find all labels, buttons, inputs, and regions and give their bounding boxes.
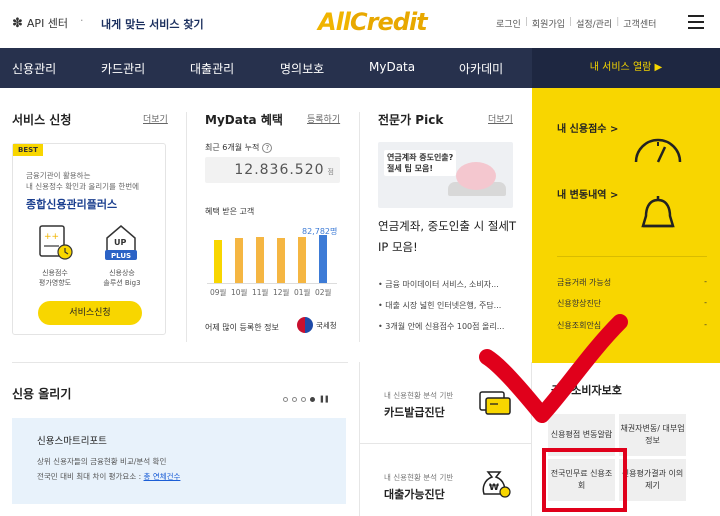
mydata-subtitle: 최근 6개월 누적 ? — [205, 142, 273, 153]
service-description: 금융기관이 활용하는 내 신용정수 확인과 올리기를 한번에 — [26, 171, 140, 191]
signup-link[interactable]: 회원가입 — [532, 17, 565, 30]
expert-headline[interactable]: 연금계좌, 중도인출 시 절세T IP 모음! — [378, 216, 518, 258]
my-service-view-button[interactable]: 내 서비스 열람 ▶ — [532, 48, 720, 88]
my-service-panel: 내 신용점수 > 내 변동내역 > 금융거래 가능성 - 신용향상진단 - 신용조회… — [532, 88, 720, 363]
svg-text:UP: UP — [114, 238, 126, 247]
card-diag-sub: 내 신용현황 분석 기반 — [384, 391, 454, 400]
feature1-caption: 신용점수 평가영향도 — [38, 269, 72, 287]
expert-pick-title: 전문가 Pick — [378, 113, 444, 127]
hamburger-menu-icon[interactable] — [688, 15, 704, 29]
service-name[interactable]: 종합신용관리플러스 — [26, 196, 117, 212]
mydata-title: MyData 혜택 — [205, 113, 283, 127]
top-bar: ✽ API 센터 · 내게 맞는 서비스 찾기 AllCredit 로그인 | 회… — [0, 0, 720, 48]
chart-bar — [235, 238, 243, 283]
login-link[interactable]: 로그인 — [496, 17, 521, 30]
nts-seal-icon — [297, 317, 313, 333]
svg-text:₩: ₩ — [489, 483, 499, 493]
smart-report-card[interactable]: 신용스마트리포트 상위 신용자들의 금융현황 비교/분석 확인 전국민 대비 최… — [12, 418, 346, 504]
expert-more-link[interactable]: 더보기 — [488, 112, 513, 125]
svg-text:++: ++ — [44, 232, 59, 242]
money-bag-icon: ₩ — [478, 466, 512, 504]
my-changes-link[interactable]: 내 변동내역 > — [557, 186, 618, 201]
chart-bar — [256, 237, 264, 283]
pause-icon[interactable]: ❚❚ — [319, 395, 330, 403]
nav-loan-management[interactable]: 대출관리 — [190, 60, 234, 77]
solution-up-icon: UP PLUS — [103, 222, 139, 266]
credit-improve-row[interactable]: 신용향상진단 - — [557, 298, 707, 309]
chart-x-label: 11월 — [252, 288, 269, 297]
service-apply-button[interactable]: 서비스신청 — [38, 301, 142, 325]
my-credit-score-link[interactable]: 내 신용점수 > — [557, 120, 618, 135]
chart-bar — [319, 235, 327, 283]
pager-dot[interactable] — [292, 396, 297, 402]
chart-baseline — [207, 283, 337, 284]
chart-bar — [277, 238, 285, 283]
nav-mydata[interactable]: MyData — [369, 60, 415, 74]
pager-dot[interactable] — [301, 396, 306, 402]
main-nav: 신용관리 카드관리 대출관리 명의보호 MyData 아카데미 내 서비스 열람… — [0, 48, 720, 88]
divider — [359, 112, 360, 342]
smart-report-detail: 전국민 대비 최대 차이 평가요소 : 총 연체건수 — [37, 472, 181, 481]
utility-links: 로그인 | 회원가입 | 설정/관리 | 고객센터 — [496, 17, 657, 30]
chart-bar — [214, 240, 222, 283]
service-more-link[interactable]: 더보기 — [143, 112, 168, 125]
mydata-amount: 12.836.520 점 — [205, 157, 340, 183]
mydata-register-link[interactable]: 등록하기 — [307, 112, 340, 125]
allcredit-logo[interactable]: AllCredit — [318, 8, 428, 36]
help-icon[interactable]: ? — [262, 142, 273, 153]
expert-thumbnail[interactable]: 연금계좌 중도인출? 절세 팁 모음! — [378, 142, 513, 208]
credit-inquiry-row[interactable]: 신용조회안심 - — [557, 320, 707, 331]
loan-diagnosis-link[interactable]: 대출가능진단 — [384, 486, 445, 502]
nav-credit-management[interactable]: 신용관리 — [12, 60, 56, 77]
api-center-link[interactable]: ✽ API 센터 — [12, 15, 68, 31]
chart-x-label: 01월 — [294, 288, 311, 297]
loan-diag-sub: 내 신용현황 분석 기반 — [384, 473, 454, 482]
list-item[interactable]: • 금융 마이데이터 서비스, 소비자... — [378, 274, 504, 295]
expert-article-list: • 금융 마이데이터 서비스, 소비자... • 대출 시장 넓힌 인터넷은행,… — [378, 274, 504, 337]
card-icon — [478, 386, 512, 422]
service-apply-title: 서비스 신청 — [12, 113, 72, 127]
chart-x-label: 10월 — [231, 288, 248, 297]
consumer-protection-title: 금융소비자보호 — [551, 384, 622, 397]
find-service-link[interactable]: 내게 맞는 서비스 찾기 — [101, 16, 204, 32]
smart-report-desc: 상위 신용자들의 금융현황 비교/분석 확인 — [37, 457, 167, 466]
separator-dot: · — [80, 14, 84, 27]
smart-report-title: 신용스마트리포트 — [37, 436, 107, 447]
creditor-change-button[interactable]: 채권자변동/ 대부업 정보 — [619, 414, 686, 456]
benefit-chart-label: 혜택 받은 고객 — [205, 207, 255, 216]
nav-identity-protection[interactable]: 명의보호 — [280, 60, 324, 77]
list-item[interactable]: • 3개월 안에 신용점수 100점 올리... — [378, 316, 504, 337]
card-diagnosis-link[interactable]: 카드발급진단 — [384, 404, 445, 420]
gear-icon: ✽ — [12, 15, 23, 31]
carousel-pager: ❚❚ — [283, 395, 330, 403]
credit-objection-button[interactable]: 신용평가결과 이의제기 — [619, 459, 686, 501]
feature2-caption: 신용상승 솔루션 Big3 — [103, 269, 141, 287]
score-report-icon: ++ — [37, 224, 75, 266]
pager-dot[interactable] — [283, 396, 288, 402]
financial-transaction-row[interactable]: 금융거래 가능성 - — [557, 277, 707, 288]
svg-text:PLUS: PLUS — [111, 252, 131, 260]
settings-link[interactable]: 설정/관리 — [576, 17, 612, 30]
nav-academy[interactable]: 아카데미 — [459, 60, 503, 77]
service-card: BEST 금융기관이 활용하는 내 신용정수 확인과 올리기를 한번에 종합신용… — [12, 143, 166, 335]
bell-icon — [638, 196, 678, 238]
pager-dot-active[interactable] — [310, 396, 315, 402]
list-item[interactable]: • 대출 시장 넓힌 인터넷은행, 주담... — [378, 295, 504, 316]
gauge-icon — [632, 134, 684, 168]
chart-x-label: 12월 — [273, 288, 290, 297]
divider — [186, 112, 187, 342]
piggy-bank-icon — [456, 162, 496, 190]
api-center-label: API 센터 — [26, 17, 69, 30]
chart-x-label: 02월 — [315, 288, 332, 297]
chart-x-label: 09월 — [210, 288, 227, 297]
customer-center-link[interactable]: 고객센터 — [623, 17, 656, 30]
registered-info-label: 어제 많이 등록한 정보 — [205, 323, 279, 332]
chart-bar — [298, 237, 306, 283]
nts-badge: 국세청 — [297, 317, 337, 333]
credit-rise-title: 신용 올리기 — [12, 387, 72, 401]
red-highlight-box — [542, 448, 627, 512]
nav-card-management[interactable]: 카드관리 — [101, 60, 145, 77]
best-badge: BEST — [13, 144, 43, 156]
